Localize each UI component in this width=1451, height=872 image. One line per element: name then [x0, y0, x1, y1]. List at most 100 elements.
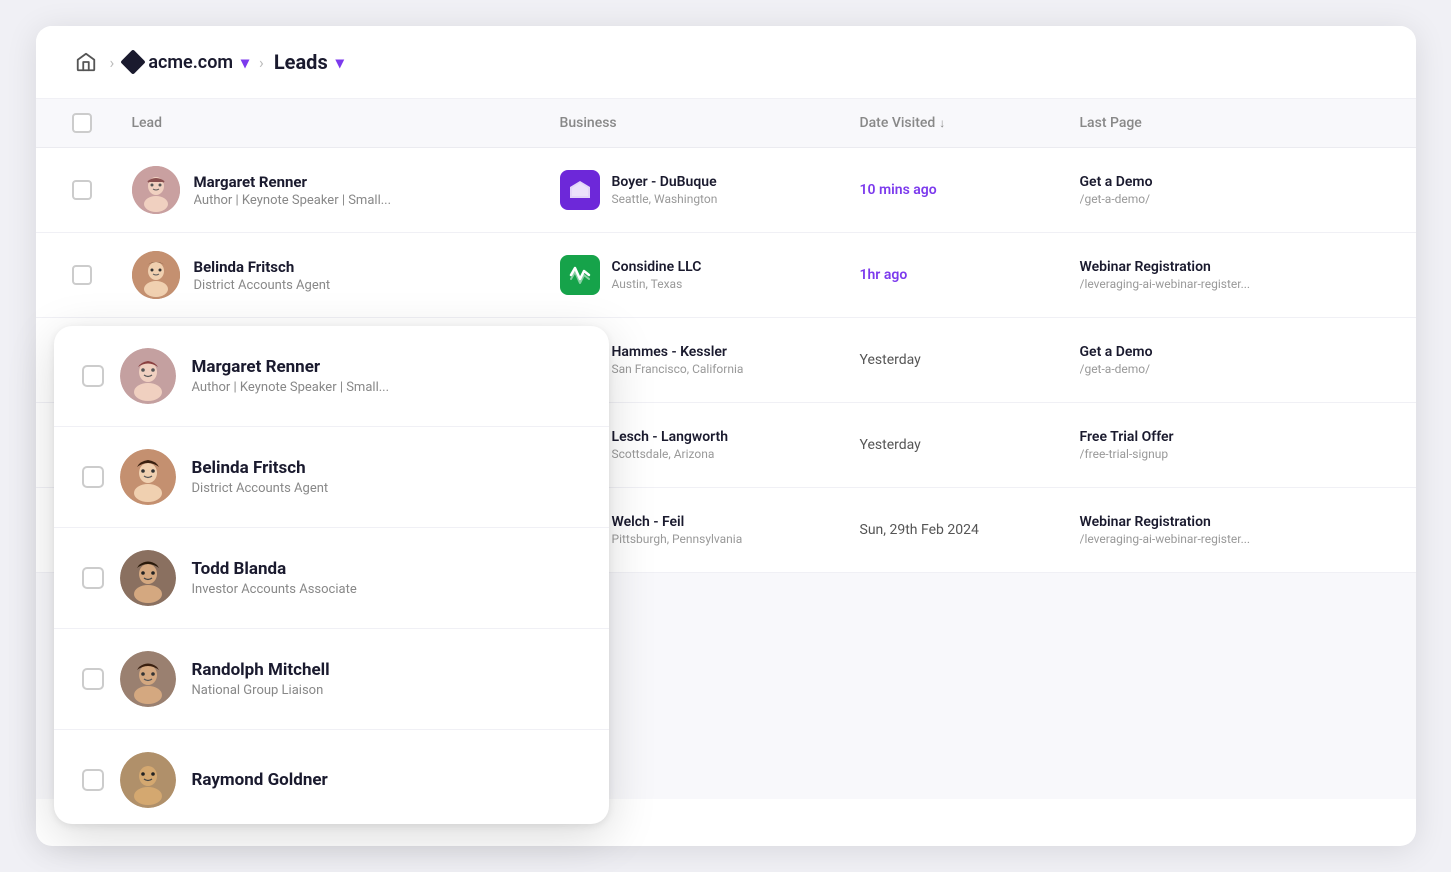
business-name-1: Boyer - DuBuque: [612, 174, 718, 190]
panel-row[interactable]: Raymond Goldner: [54, 730, 609, 824]
panel-row[interactable]: Todd Blanda Investor Accounts Associate: [54, 528, 609, 629]
lastpage-cell-4: Free Trial Offer /free-trial-signup: [1080, 429, 1380, 461]
panel-name-margaret: Margaret Renner: [192, 357, 390, 377]
breadcrumb-acme[interactable]: acme.com ▾: [124, 52, 249, 73]
breadcrumb-acme-label: acme.com: [148, 52, 233, 73]
panel-avatar-todd: [120, 550, 176, 606]
home-icon[interactable]: [72, 48, 100, 76]
lead-cell-margaret: Margaret Renner Author | Keynote Speaker…: [132, 166, 560, 214]
header-lastpage-label: Last Page: [1080, 115, 1142, 131]
date-cell-2: 1hr ago: [860, 267, 1080, 283]
date-cell-3: Yesterday: [860, 352, 1080, 368]
table-row[interactable]: Belinda Fritsch District Accounts Agent …: [36, 233, 1416, 318]
lastpage-url-4: /free-trial-signup: [1080, 447, 1340, 461]
lastpage-cell-5: Webinar Registration /leveraging-ai-webi…: [1080, 514, 1380, 546]
lastpage-url-5: /leveraging-ai-webinar-register...: [1080, 532, 1340, 546]
business-cell-2: Considine LLC Austin, Texas: [560, 255, 860, 295]
acme-chevron-icon[interactable]: ▾: [241, 53, 249, 72]
avatar-belinda: [132, 251, 180, 299]
business-location-3: San Francisco, California: [612, 362, 744, 376]
header-lead-label: Lead: [132, 115, 163, 131]
panel-subtitle-todd: Investor Accounts Associate: [192, 582, 357, 597]
date-cell-1: 10 mins ago: [860, 182, 1080, 198]
lastpage-cell-3: Get a Demo /get-a-demo/: [1080, 344, 1380, 376]
panel-info-todd: Todd Blanda Investor Accounts Associate: [192, 559, 357, 597]
lastpage-cell-1: Get a Demo /get-a-demo/: [1080, 174, 1380, 206]
panel-info-margaret: Margaret Renner Author | Keynote Speaker…: [192, 357, 390, 395]
lastpage-title-3: Get a Demo: [1080, 344, 1380, 360]
lastpage-url-1: /get-a-demo/: [1080, 192, 1340, 206]
leads-chevron-icon[interactable]: ▾: [336, 53, 344, 72]
row-checkbox-belinda[interactable]: [72, 265, 92, 285]
business-logo-1: [560, 170, 600, 210]
lead-name-belinda: Belinda Fritsch: [194, 258, 331, 276]
panel-subtitle-belinda: District Accounts Agent: [192, 481, 329, 496]
breadcrumb-sep-1: ›: [110, 53, 115, 72]
panel-avatar-margaret: [120, 348, 176, 404]
panel-checkbox-belinda[interactable]: [82, 466, 104, 488]
panel-name-belinda: Belinda Fritsch: [192, 458, 329, 478]
header-date[interactable]: Date Visited ↓: [860, 113, 1080, 133]
lead-cell-belinda: Belinda Fritsch District Accounts Agent: [132, 251, 560, 299]
row-checkbox-margaret[interactable]: [72, 180, 92, 200]
panel-subtitle-margaret: Author | Keynote Speaker | Small...: [192, 380, 390, 395]
date-cell-4: Yesterday: [860, 437, 1080, 453]
business-name-4: Lesch - Langworth: [612, 429, 729, 445]
header-date-label: Date Visited: [860, 115, 936, 131]
panel-checkbox-randolph[interactable]: [82, 668, 104, 690]
business-location-5: Pittsburgh, Pennsylvania: [612, 532, 743, 546]
diamond-icon: [121, 49, 146, 74]
business-cell-1: Boyer - DuBuque Seattle, Washington: [560, 170, 860, 210]
row-checkbox-cell: [72, 265, 132, 285]
panel-avatar-raymond: [120, 752, 176, 808]
lastpage-title-4: Free Trial Offer: [1080, 429, 1380, 445]
business-info-2: Considine LLC Austin, Texas: [612, 259, 702, 291]
panel-checkbox-margaret[interactable]: [82, 365, 104, 387]
lastpage-url-3: /get-a-demo/: [1080, 362, 1340, 376]
header-business: Business: [560, 113, 860, 133]
business-name-5: Welch - Feil: [612, 514, 743, 530]
panel-name-raymond: Raymond Goldner: [192, 770, 328, 790]
outer-container: › acme.com ▾ › Leads ▾ Lead: [36, 26, 1416, 846]
table-header: Lead Business Date Visited ↓ Last Page: [36, 99, 1416, 148]
breadcrumb-sep-2: ›: [259, 53, 264, 72]
panel-name-todd: Todd Blanda: [192, 559, 357, 579]
lead-subtitle-margaret: Author | Keynote Speaker | Small...: [194, 193, 392, 208]
table-row[interactable]: Margaret Renner Author | Keynote Speaker…: [36, 148, 1416, 233]
panel-avatar-belinda: [120, 449, 176, 505]
lastpage-title-1: Get a Demo: [1080, 174, 1380, 190]
business-name-2: Considine LLC: [612, 259, 702, 275]
lead-name-margaret: Margaret Renner: [194, 173, 392, 191]
panel-avatar-randolph: [120, 651, 176, 707]
panel-row[interactable]: Belinda Fritsch District Accounts Agent: [54, 427, 609, 528]
lead-subtitle-belinda: District Accounts Agent: [194, 278, 331, 293]
business-logo-2: [560, 255, 600, 295]
header-lastpage: Last Page: [1080, 113, 1380, 133]
breadcrumb-leads[interactable]: Leads ▾: [274, 50, 344, 74]
business-location-4: Scottsdale, Arizona: [612, 447, 729, 461]
panel-checkbox-raymond[interactable]: [82, 769, 104, 791]
panel-row[interactable]: Randolph Mitchell National Group Liaison: [54, 629, 609, 730]
business-location-1: Seattle, Washington: [612, 192, 718, 206]
lead-info-belinda: Belinda Fritsch District Accounts Agent: [194, 258, 331, 293]
row-checkbox-cell: [72, 180, 132, 200]
lead-info-margaret: Margaret Renner Author | Keynote Speaker…: [194, 173, 392, 208]
breadcrumb-bar: › acme.com ▾ › Leads ▾: [36, 26, 1416, 99]
business-location-2: Austin, Texas: [612, 277, 702, 291]
panel-info-belinda: Belinda Fritsch District Accounts Agent: [192, 458, 329, 496]
leads-label: Leads: [274, 50, 328, 74]
floating-panel: Margaret Renner Author | Keynote Speaker…: [54, 326, 609, 824]
date-cell-5: Sun, 29th Feb 2024: [860, 522, 1080, 538]
header-checkbox[interactable]: [72, 113, 92, 133]
lastpage-title-2: Webinar Registration: [1080, 259, 1380, 275]
sort-icon: ↓: [939, 116, 945, 130]
lastpage-title-5: Webinar Registration: [1080, 514, 1380, 530]
business-info-1: Boyer - DuBuque Seattle, Washington: [612, 174, 718, 206]
header-business-label: Business: [560, 115, 617, 131]
panel-checkbox-todd[interactable]: [82, 567, 104, 589]
header-checkbox-cell: [72, 113, 132, 133]
header-lead: Lead: [132, 113, 560, 133]
business-info-5: Welch - Feil Pittsburgh, Pennsylvania: [612, 514, 743, 546]
lastpage-url-2: /leveraging-ai-webinar-register...: [1080, 277, 1340, 291]
panel-row[interactable]: Margaret Renner Author | Keynote Speaker…: [54, 326, 609, 427]
